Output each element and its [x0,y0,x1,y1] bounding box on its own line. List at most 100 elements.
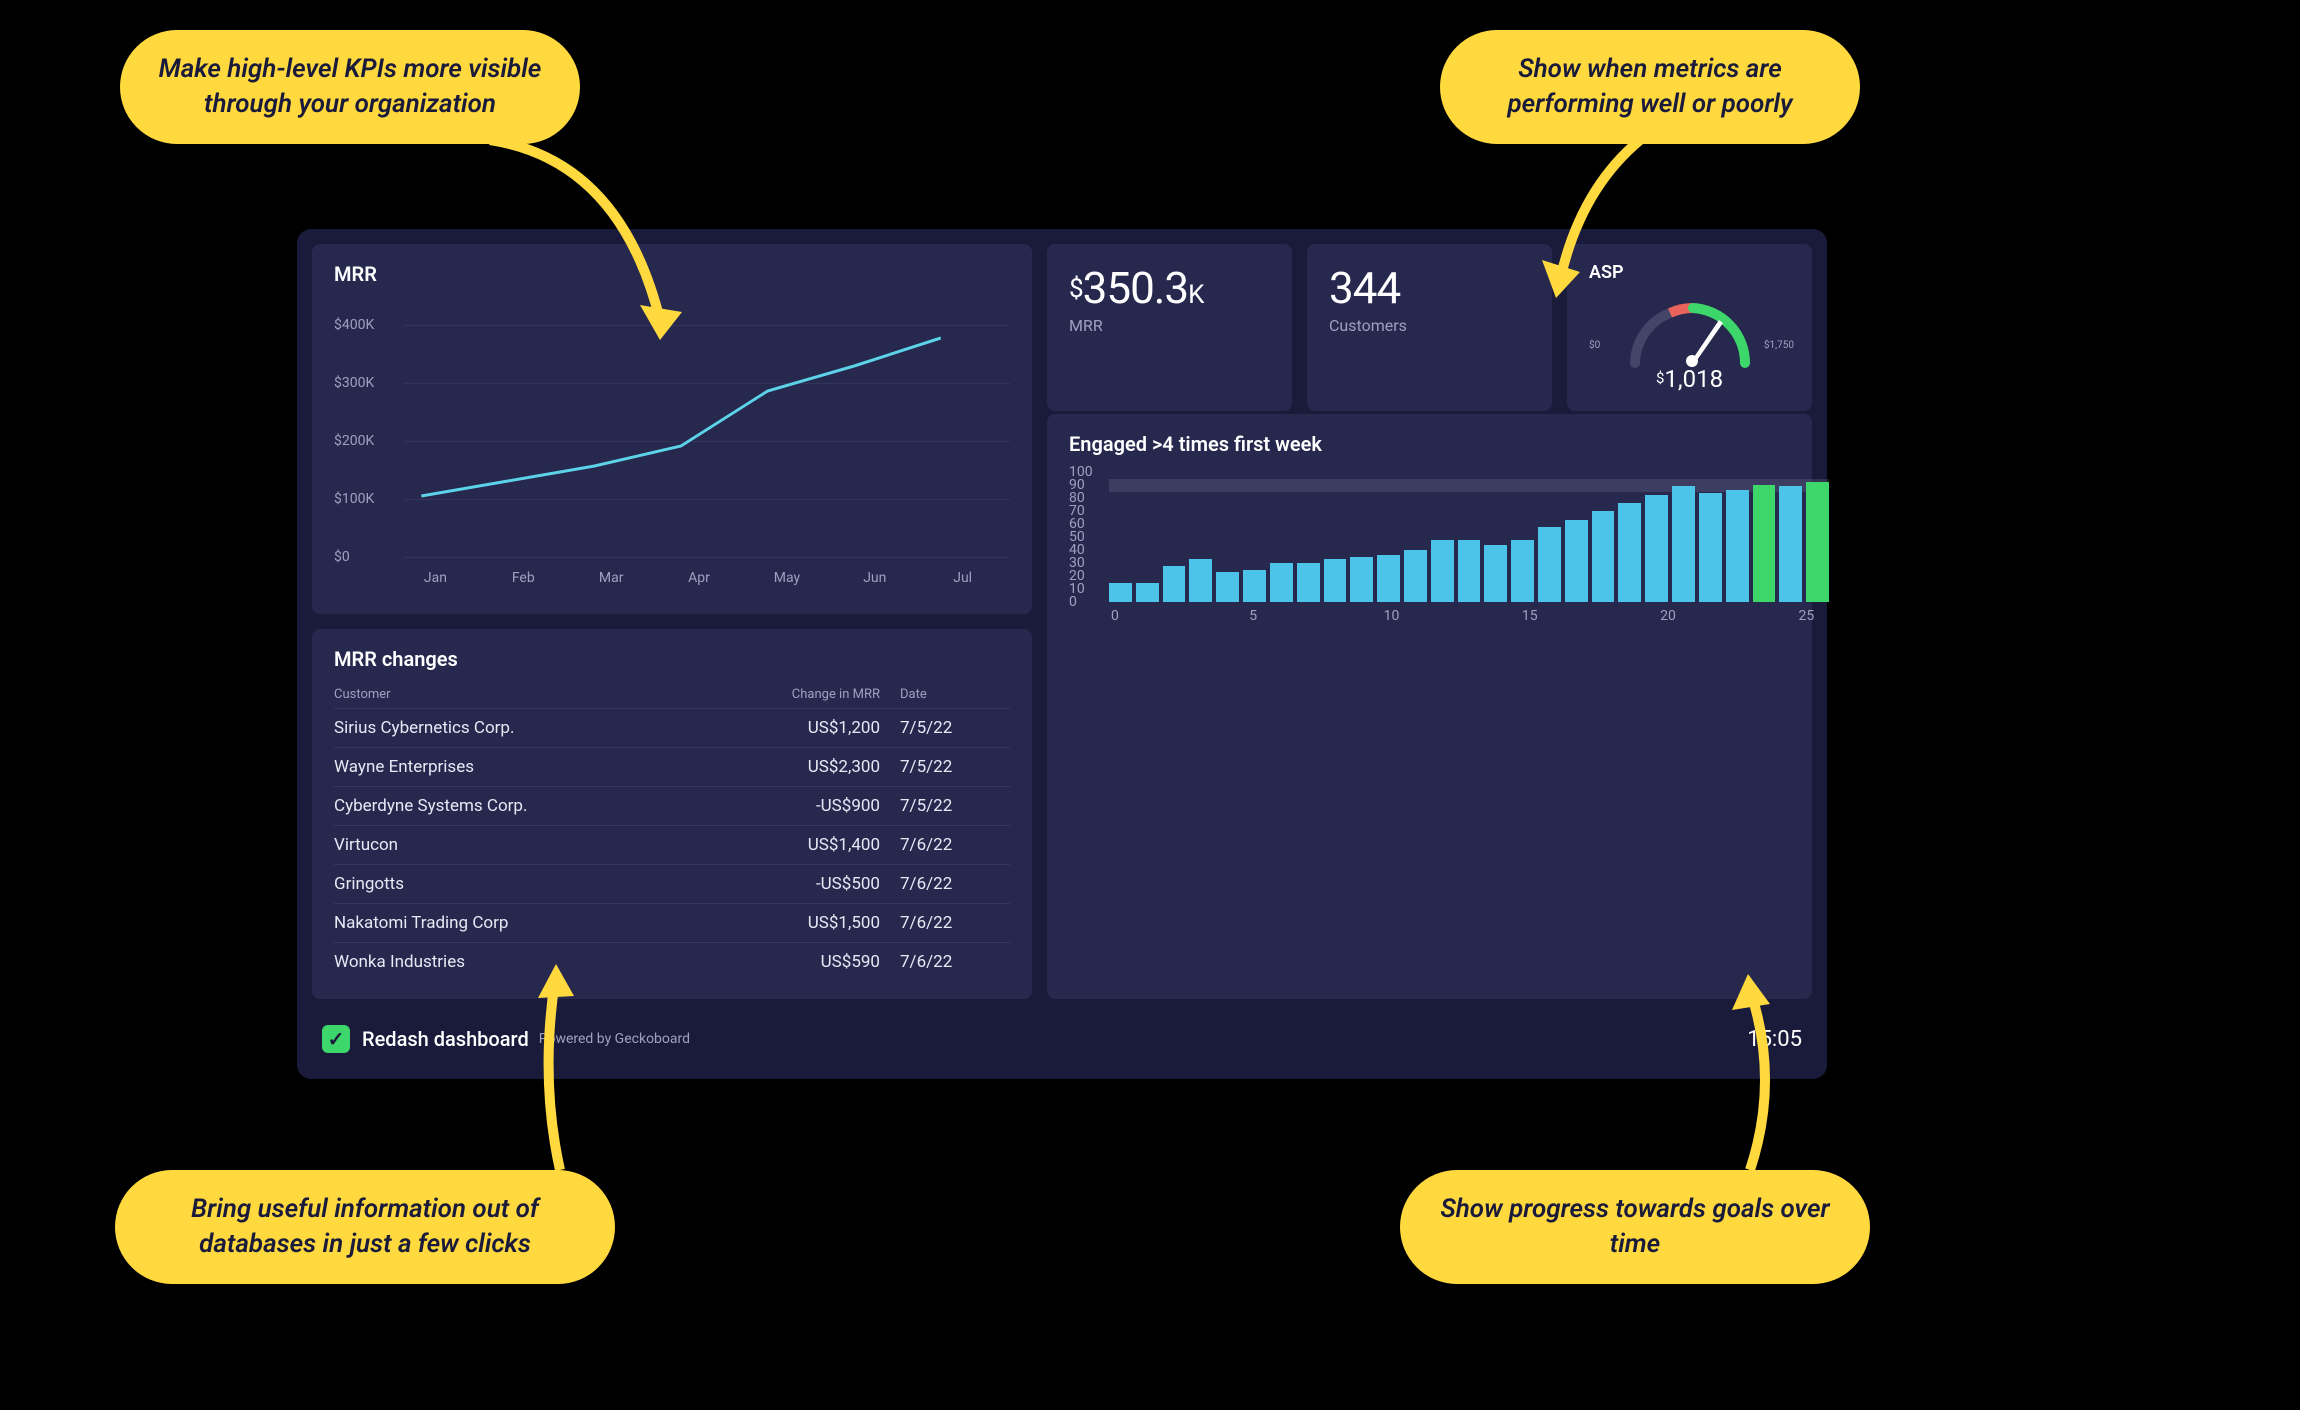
x-tick: 25 [1798,608,1814,624]
bar [1484,545,1507,602]
x-tick: Feb [512,570,535,586]
cell-date: 7/6/22 [900,913,1010,933]
kpi-prefix: $ [1069,274,1083,304]
bars-container [1109,472,1829,602]
x-tick: 0 [1111,608,1119,624]
bar [1511,540,1534,602]
cell-date: 7/5/22 [900,796,1010,816]
cell-date: 7/5/22 [900,757,1010,777]
cell-customer: Gringotts [334,874,740,894]
kpi-label: Customers [1329,316,1530,335]
callout-goals: Show progress towards goals over time [1400,1170,1870,1284]
bar [1350,557,1373,603]
redash-logo-icon: ✓ [322,1025,350,1053]
col-header: Change in MRR [740,687,900,702]
x-tick: Mar [599,570,624,586]
mrr-changes-table-panel: MRR changes Customer Change in MRR Date … [312,629,1032,999]
cell-date: 7/5/22 [900,718,1010,738]
table-row: Wayne EnterprisesUS$2,3007/5/22 [334,747,1010,786]
x-tick: Jan [424,570,447,586]
gauge-value: 1,018 [1664,365,1723,393]
table-header: Customer Change in MRR Date [334,681,1010,708]
bar [1779,486,1802,602]
kpi-value: 350.3 [1083,262,1189,314]
col-header: Date [900,687,1010,702]
callout-databases: Bring useful information out of database… [115,1170,615,1284]
callout-performance: Show when metrics are performing well or… [1440,30,1860,144]
bar [1618,503,1641,602]
panel-title: Engaged >4 times first week [1069,432,1790,456]
bar [1109,583,1132,603]
bar [1243,570,1266,603]
table-row: Wonka IndustriesUS$5907/6/22 [334,942,1010,981]
cell-change: US$590 [740,952,900,972]
gauge-max-label: $1,750 [1764,340,1794,351]
col-header: Customer [334,687,740,702]
y-tick: 0 [1069,594,1077,610]
kpi-mrr: $350.3K MRR [1047,244,1292,411]
bar [1324,559,1347,602]
kpi-row-container: $350.3K MRR 344 Customers ASP [1047,244,1812,999]
x-tick: 20 [1660,608,1676,624]
y-tick: $0 [334,549,350,565]
gauge-min-label: $0 [1589,340,1600,351]
arrow-icon [1680,970,1820,1180]
arrow-icon [460,120,720,370]
panel-title: MRR changes [334,647,1010,671]
bar [1163,566,1186,602]
bar [1592,511,1615,602]
bar [1136,583,1159,603]
cell-customer: Virtucon [334,835,740,855]
x-tick: Jun [863,570,886,586]
cell-change: US$1,400 [740,835,900,855]
cell-change: -US$900 [740,796,900,816]
cell-customer: Nakatomi Trading Corp [334,913,740,933]
bar [1431,540,1454,602]
cell-customer: Wayne Enterprises [334,757,740,777]
x-tick: Apr [688,570,710,586]
table-row: Sirius Cybernetics Corp.US$1,2007/5/22 [334,708,1010,747]
cell-change: -US$500 [740,874,900,894]
bar [1699,493,1722,602]
arrow-icon [500,960,620,1180]
x-tick: May [774,570,800,586]
table-row: Cyberdyne Systems Corp.-US$9007/5/22 [334,786,1010,825]
bar [1404,550,1427,602]
bar [1645,495,1668,602]
cell-customer: Cyberdyne Systems Corp. [334,796,740,816]
cell-change: US$1,500 [740,913,900,933]
bar [1297,563,1320,602]
cell-change: US$1,200 [740,718,900,738]
bar [1270,563,1293,602]
bar [1565,520,1588,602]
bar [1726,490,1749,602]
cell-customer: Sirius Cybernetics Corp. [334,718,740,738]
table-row: Gringotts-US$5007/6/22 [334,864,1010,903]
cell-date: 7/6/22 [900,952,1010,972]
arrow-icon [1520,130,1700,310]
y-tick: $300K [334,375,374,391]
bar [1753,485,1776,602]
y-tick: $100K [334,491,374,507]
bar [1458,540,1481,602]
x-tick: 15 [1522,608,1538,624]
x-tick: 5 [1249,608,1257,624]
cell-date: 7/6/22 [900,874,1010,894]
kpi-customers: 344 Customers [1307,244,1552,411]
cell-change: US$2,300 [740,757,900,777]
bar [1806,482,1829,602]
kpi-value: 344 [1329,262,1530,314]
bar [1672,486,1695,602]
engaged-chart-area: 10090807060504030201000510152025 [1069,472,1834,602]
kpi-label: MRR [1069,316,1270,335]
bar [1189,559,1212,602]
y-tick: $200K [334,433,374,449]
x-tick: Jul [953,570,972,586]
engaged-bar-chart-panel: Engaged >4 times first week 100908070605… [1047,414,1812,999]
kpi-suffix: K [1188,280,1203,310]
bar [1538,527,1561,602]
x-tick: 10 [1384,608,1400,624]
y-tick: $400K [334,317,374,333]
cell-date: 7/6/22 [900,835,1010,855]
table-row: VirtuconUS$1,4007/6/22 [334,825,1010,864]
